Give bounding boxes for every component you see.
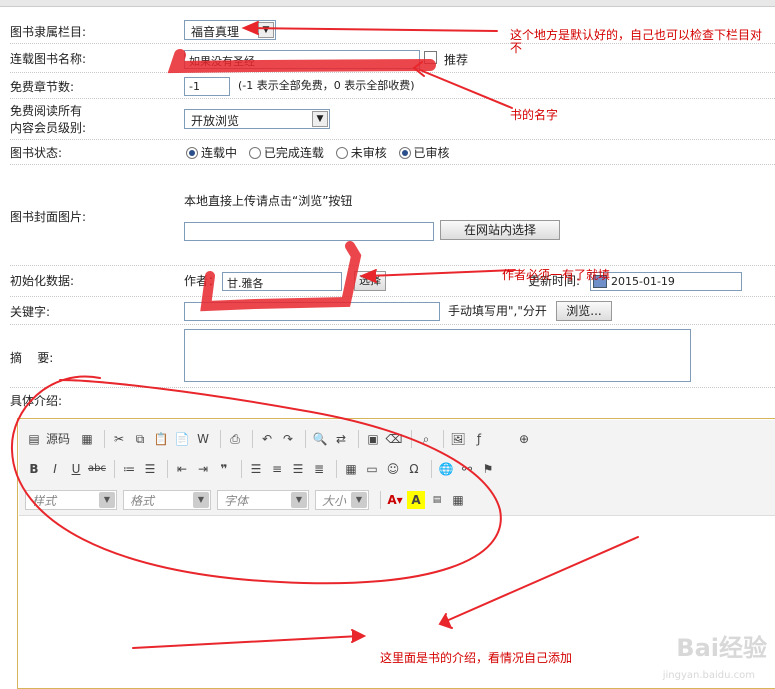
author-arrow — [367, 269, 516, 277]
book-name-highlight — [167, 49, 436, 74]
category-annotation: 这个地方是默认好的，自己也可以检查下栏目对不 — [510, 28, 763, 55]
intro-arrowhead-right — [438, 613, 453, 629]
toolbar-circle — [10, 375, 502, 585]
annotation-overlay — [10, 21, 639, 649]
name-annotation: 书的名字 — [510, 108, 559, 122]
watermark-url: jingyan.baidu.com — [662, 670, 755, 681]
author-highlight — [200, 241, 362, 312]
intro-annotation: 这里面是书的介绍，看情况自己添加 — [380, 651, 573, 665]
name-arrow — [419, 69, 513, 109]
author-arrowhead — [359, 269, 377, 283]
category-arrow — [247, 27, 498, 32]
category-arrowhead — [241, 21, 259, 35]
watermark-brand: Bai经验 — [676, 634, 767, 662]
intro-arrowhead-left — [351, 629, 367, 643]
intro-arrow-left — [132, 635, 361, 649]
author-annotation: 作者必须一有了就填 — [502, 268, 611, 282]
intro-arrow-right — [443, 536, 639, 623]
